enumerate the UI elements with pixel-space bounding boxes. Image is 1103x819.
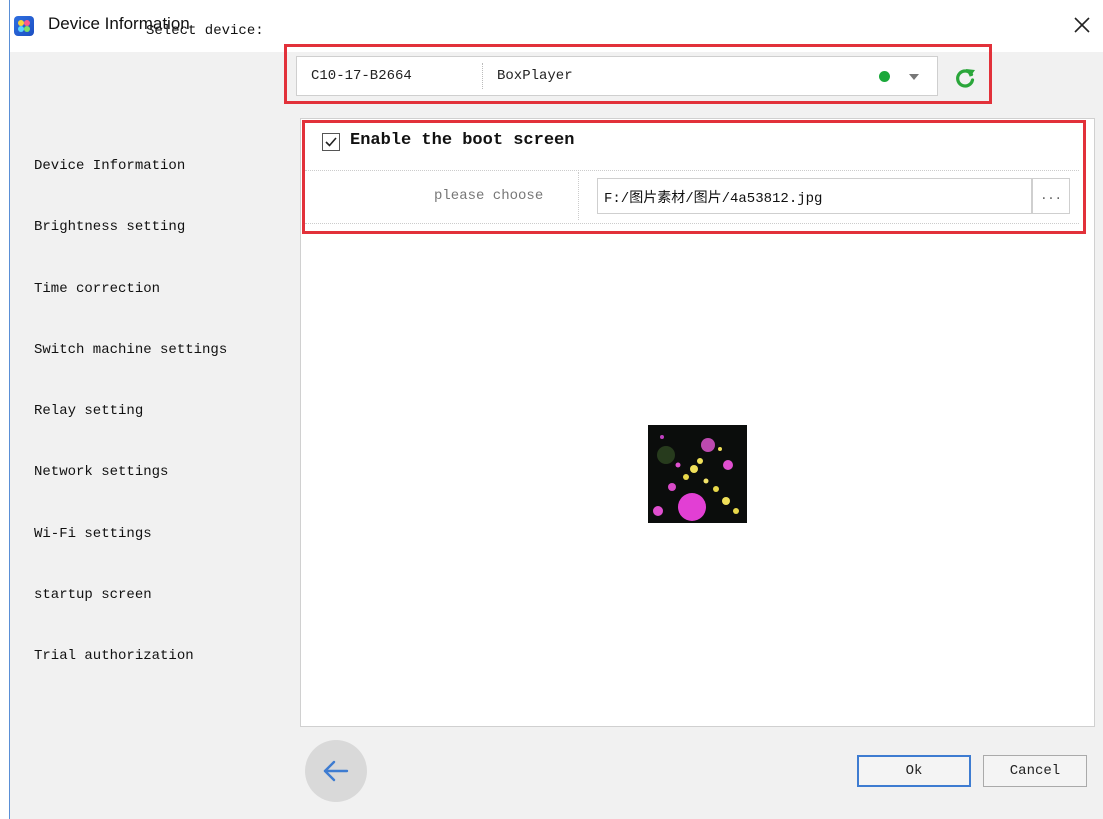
sidebar-item-device-information[interactable]: Device Information [34,158,185,174]
ok-button[interactable]: Ok [857,755,971,787]
back-button[interactable] [305,740,367,802]
cancel-button[interactable]: Cancel [983,755,1087,787]
arrow-left-icon [323,760,349,782]
close-icon[interactable] [1070,13,1094,37]
sidebar-item-time-correction[interactable]: Time correction [34,281,160,297]
highlight-box-device [284,44,992,104]
sidebar-item-startup-screen[interactable]: startup screen [34,587,152,603]
boot-image-preview [648,425,747,523]
highlight-box-boot-screen [302,120,1086,234]
refresh-icon[interactable] [953,66,977,90]
sidebar-item-network-settings[interactable]: Network settings [34,464,168,480]
sidebar-item-relay-setting[interactable]: Relay setting [34,403,143,419]
select-device-label: Select device: [146,23,264,39]
sidebar-item-brightness-setting[interactable]: Brightness setting [34,219,185,235]
sidebar-item-trial-authorization[interactable]: Trial authorization [34,648,194,664]
sidebar-item-switch-machine-settings[interactable]: Switch machine settings [34,342,227,358]
app-icon [14,16,34,36]
device-information-dialog: Device Information Select device: C10-17… [0,0,1103,819]
sidebar: Device Information Brightness setting Ti… [10,118,285,819]
sidebar-item-wifi-settings[interactable]: Wi-Fi settings [34,526,152,542]
